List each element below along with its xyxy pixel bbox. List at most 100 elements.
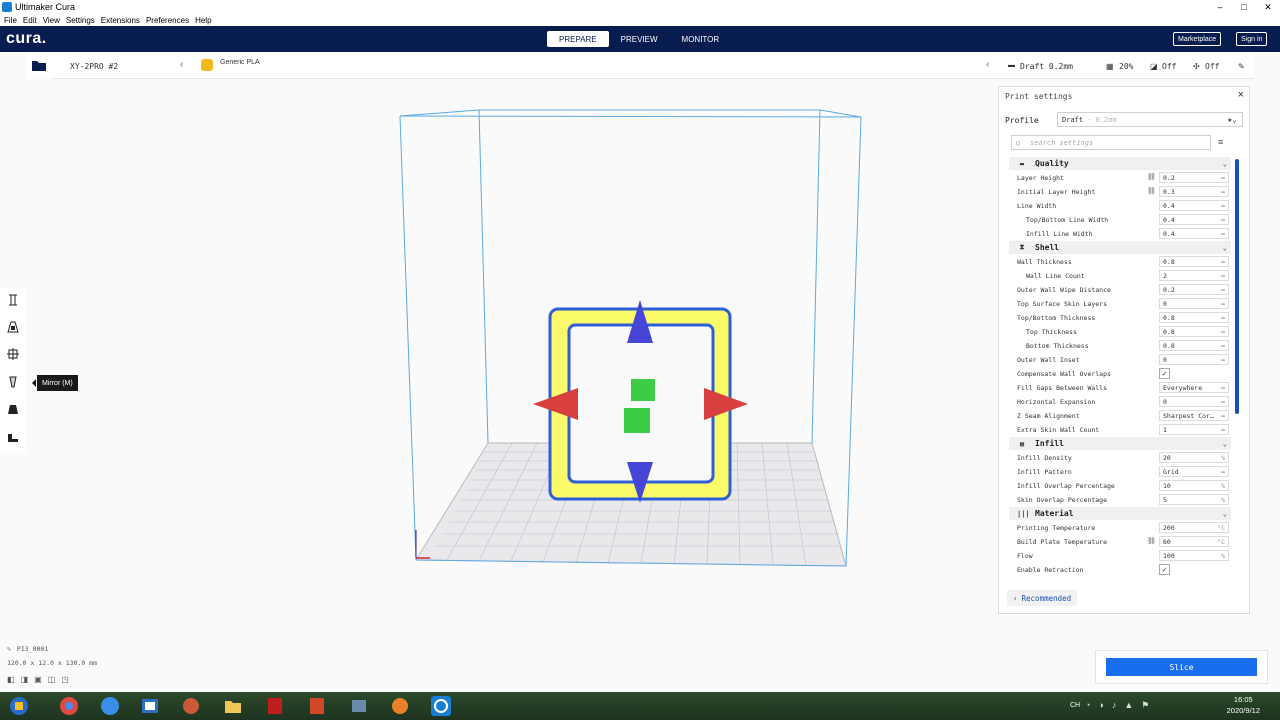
menu-view[interactable]: View — [43, 16, 60, 25]
setting-value-field[interactable]: 0 ═ — [1159, 298, 1229, 309]
folder-icon[interactable] — [216, 694, 250, 718]
chevron-left-icon[interactable]: ‹ — [986, 59, 989, 70]
setting-label: Infill Overlap Percentage — [1017, 482, 1115, 490]
setting-value: 5 — [1163, 495, 1167, 504]
category-material[interactable]: ||| Material ⌄ — [1009, 507, 1231, 520]
recommended-button[interactable]: ‹ Recommended — [1007, 590, 1077, 606]
mirror-tool-icon[interactable] — [5, 374, 21, 390]
slice-button[interactable]: Slice — [1106, 658, 1257, 676]
setting-value-field[interactable]: 0 ═ — [1159, 396, 1229, 407]
start-button-icon[interactable] — [2, 694, 36, 718]
menu-settings[interactable]: Settings — [66, 16, 95, 25]
pdf-icon[interactable] — [258, 694, 292, 718]
setting-value-field[interactable]: 100% — [1159, 550, 1229, 561]
link-icon: ⛓ — [1147, 173, 1156, 181]
setting-value-field[interactable]: Everywhere ═ — [1159, 382, 1229, 393]
setting-value-field[interactable]: 0.2 ═ — [1159, 172, 1229, 183]
cura-taskbar-icon[interactable] — [424, 694, 458, 718]
menu-help[interactable]: Help — [195, 16, 211, 25]
tab-monitor[interactable]: MONITOR — [670, 31, 732, 47]
sign-in-button[interactable]: Sign in — [1236, 32, 1268, 46]
setting-value-field[interactable]: 5% — [1159, 494, 1229, 505]
setting-value-field[interactable]: 0.4 ═ — [1159, 228, 1229, 239]
setting-unit: °C — [1217, 537, 1225, 546]
settings-scrollbar[interactable] — [1235, 159, 1239, 414]
setting-value-field[interactable]: 10% — [1159, 480, 1229, 491]
maximize-icon[interactable]: □ — [1236, 0, 1252, 14]
setting-value-field[interactable]: 1 ═ — [1159, 424, 1229, 435]
setting-value-field[interactable]: 0.4 ═ — [1159, 214, 1229, 225]
setting-value-field[interactable]: 0.8 ═ — [1159, 256, 1229, 267]
setting-value-field[interactable]: Grid ═ — [1159, 466, 1229, 477]
per-model-settings-icon[interactable] — [5, 401, 21, 417]
setting-unit: % — [1221, 481, 1225, 490]
setting-value: 0.8 — [1163, 257, 1175, 266]
category-icon: ▬ — [1019, 159, 1025, 168]
setting-value: 0 — [1163, 397, 1167, 406]
powerpoint-icon[interactable] — [300, 694, 334, 718]
setting-unit: °C — [1217, 523, 1225, 532]
media-player-icon[interactable] — [174, 694, 208, 718]
rotate-tool-icon[interactable] — [5, 346, 21, 362]
profile-dropdown[interactable]: Draft - 0.2mm ★⌄ — [1057, 112, 1243, 127]
setting-value-field[interactable]: 0.2 ═ — [1159, 284, 1229, 295]
setting-value-field[interactable]: 0.8 ═ — [1159, 340, 1229, 351]
setting-value-field[interactable]: 200 °C — [1159, 522, 1229, 533]
setting-value-field[interactable]: 0.8 ═ — [1159, 312, 1229, 323]
setting-value-field[interactable]: 0.8 ═ — [1159, 326, 1229, 337]
category-shell[interactable]: ⧗ Shell ⌄ — [1009, 241, 1231, 254]
tab-prepare[interactable]: PREPARE — [547, 31, 609, 47]
edit-pencil-icon[interactable]: ✎ — [1238, 62, 1245, 71]
close-icon[interactable]: × — [1238, 89, 1244, 101]
category-label: Infill — [1035, 439, 1064, 448]
menu-edit[interactable]: Edit — [23, 16, 37, 25]
setting-value-field[interactable]: Sharpest Cor… ═ — [1159, 410, 1229, 421]
adhesion-value[interactable]: Off — [1205, 62, 1219, 71]
setting-value-field[interactable]: 0.3 ═ — [1159, 186, 1229, 197]
close-icon[interactable]: ✕ — [1260, 0, 1276, 14]
video-editor-icon[interactable] — [342, 694, 376, 718]
clock[interactable]: 16:05 2020/9/12 — [1227, 694, 1260, 716]
support-blocker-icon[interactable] — [5, 429, 21, 445]
support-value[interactable]: Off — [1162, 62, 1176, 71]
profile-selector[interactable]: Draft 0.2mm — [1020, 62, 1073, 71]
menu-extensions[interactable]: Extensions — [101, 16, 140, 25]
setting-value-field[interactable]: 0 ═ — [1159, 354, 1229, 365]
pencil-icon[interactable]: ✎ — [7, 645, 11, 653]
tab-preview[interactable]: PREVIEW — [609, 31, 670, 47]
setting-value-field[interactable]: 60 °C — [1159, 536, 1229, 547]
infill-value[interactable]: 20% — [1119, 62, 1133, 71]
setting-value-field[interactable]: 2 ═ — [1159, 270, 1229, 281]
setting-label: Initial Layer Height — [1017, 188, 1096, 196]
equals-icon: ═ — [1221, 467, 1225, 476]
minimize-icon[interactable]: – — [1212, 0, 1228, 14]
sogou-icon[interactable] — [93, 694, 127, 718]
settings-menu-icon[interactable]: ≡ — [1218, 137, 1223, 147]
setting-checkbox[interactable]: ✓ — [1159, 368, 1170, 379]
setting-value-field[interactable]: 20% — [1159, 452, 1229, 463]
chevron-left-icon[interactable]: ‹ — [180, 59, 183, 70]
menu-file[interactable]: File — [4, 16, 17, 25]
search-settings-input[interactable]: ○ search settings — [1011, 135, 1211, 150]
category-icon: ||| — [1017, 509, 1030, 518]
menu-preferences[interactable]: Preferences — [146, 16, 189, 25]
input-language[interactable]: CH — [1070, 702, 1080, 709]
setting-checkbox[interactable]: ✓ — [1159, 564, 1170, 575]
printer-selector[interactable]: XY-2PRO #2 — [70, 62, 118, 71]
browser-icon[interactable] — [383, 694, 417, 718]
app-window-icon[interactable] — [133, 694, 167, 718]
category-quality[interactable]: ▬ Quality ⌄ — [1009, 157, 1231, 170]
category-infill[interactable]: ▦ Infill ⌄ — [1009, 437, 1231, 450]
scale-tool-icon[interactable] — [5, 319, 21, 335]
marketplace-button[interactable]: Marketplace — [1173, 32, 1222, 46]
material-label[interactable]: Generic PLA — [220, 59, 260, 66]
setting-row: Infill Density 20% — [1009, 451, 1231, 465]
chrome-icon[interactable] — [52, 694, 86, 718]
setting-unit: % — [1221, 551, 1225, 560]
move-tool-icon[interactable] — [5, 292, 21, 308]
open-file-button[interactable] — [26, 52, 52, 79]
view-orientation-icons[interactable]: ◧◨▣◫◳ — [7, 675, 75, 684]
setting-value-field[interactable]: 0.4 ═ — [1159, 200, 1229, 211]
tray-icons[interactable]: ◔◑♪▲⚑ — [1085, 700, 1157, 711]
cura-app-icon — [2, 2, 12, 12]
